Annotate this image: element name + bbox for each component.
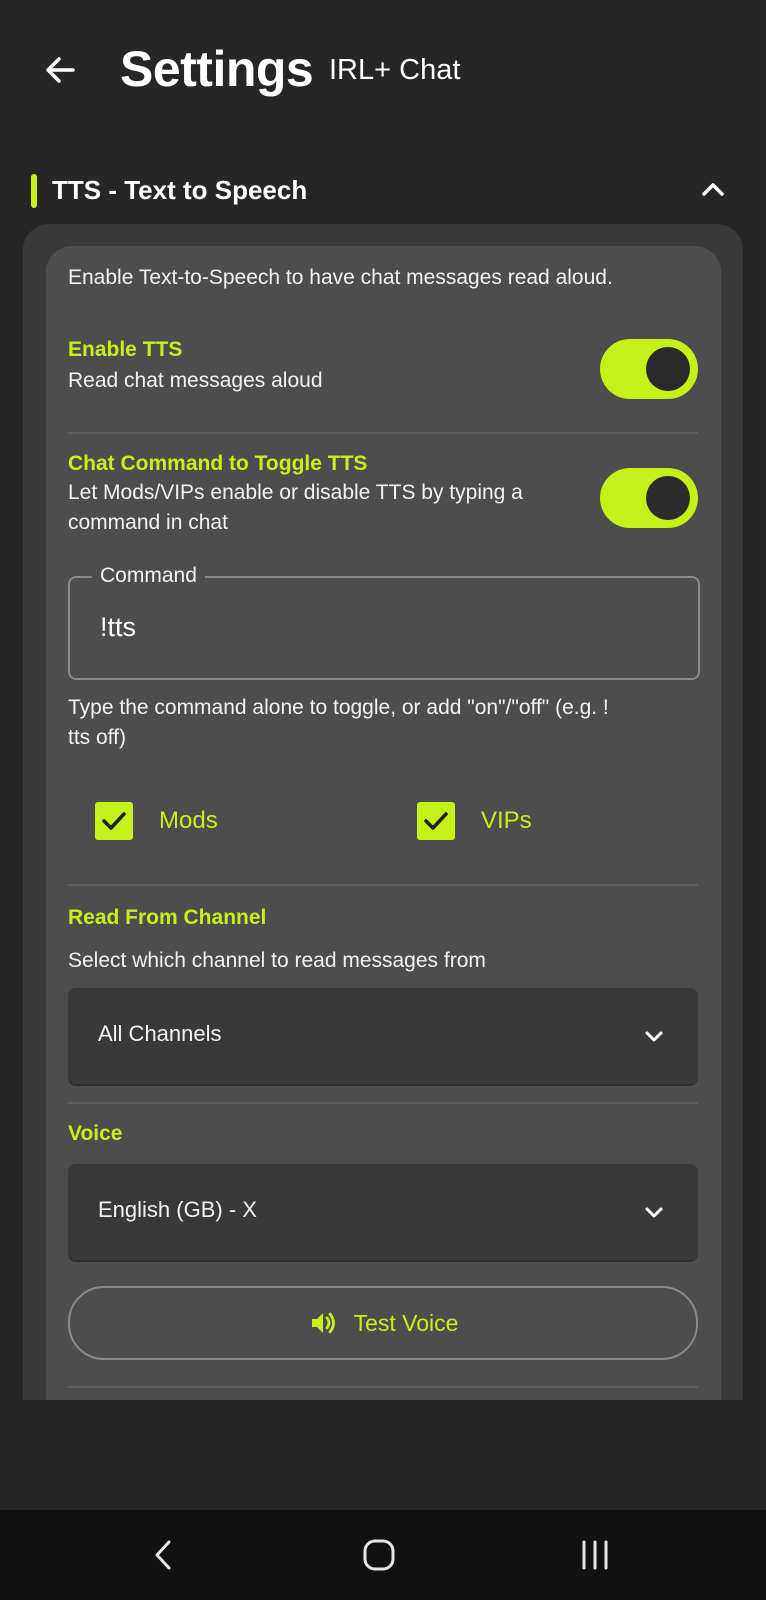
toggle-knob bbox=[646, 476, 690, 520]
settings-screen: Settings IRL+ Chat TTS - Text to Speech … bbox=[0, 0, 766, 1600]
read-from-channel-label: Read From Channel bbox=[68, 906, 267, 929]
test-voice-label: Test Voice bbox=[353, 1309, 459, 1336]
speaker-icon bbox=[311, 1312, 335, 1334]
section-accent-bar bbox=[31, 174, 37, 208]
mods-checkbox-label: Mods bbox=[159, 807, 218, 834]
tts-settings-card: Enable Text-to-Speech to have chat messa… bbox=[46, 246, 721, 1400]
divider bbox=[68, 1102, 698, 1104]
voice-select[interactable]: English (GB) - X bbox=[68, 1164, 698, 1262]
section-title: TTS - Text to Speech bbox=[52, 175, 308, 205]
nav-back-button[interactable] bbox=[134, 1528, 194, 1582]
voice-select-value: English (GB) - X bbox=[98, 1197, 257, 1222]
vips-checkbox[interactable]: VIPs bbox=[417, 802, 532, 840]
collapse-section-button[interactable] bbox=[695, 172, 731, 208]
nav-recents-icon bbox=[582, 1540, 608, 1570]
nav-home-button[interactable] bbox=[349, 1528, 409, 1582]
read-from-channel-description: Select which channel to read messages fr… bbox=[68, 949, 486, 972]
chevron-up-icon bbox=[702, 183, 724, 196]
chevron-down-icon bbox=[636, 1018, 672, 1054]
enable-tts-label: Enable TTS bbox=[68, 338, 183, 361]
vips-checkbox-label: VIPs bbox=[481, 807, 532, 834]
enable-tts-description: Read chat messages aloud bbox=[68, 369, 323, 392]
page-subtitle: IRL+ Chat bbox=[329, 54, 461, 86]
channel-select[interactable]: All Channels bbox=[68, 988, 698, 1086]
command-field[interactable]: Command !tts bbox=[68, 562, 700, 680]
command-help-line1: Type the command alone to toggle, or add… bbox=[68, 696, 609, 719]
channel-select-value: All Channels bbox=[98, 1021, 222, 1046]
voice-label: Voice bbox=[68, 1122, 123, 1145]
divider bbox=[68, 1386, 698, 1388]
tts-intro-text: Enable Text-to-Speech to have chat messa… bbox=[68, 266, 613, 289]
checkmark-icon bbox=[424, 812, 448, 830]
mods-checkbox[interactable]: Mods bbox=[95, 802, 218, 840]
enable-tts-toggle[interactable] bbox=[600, 339, 698, 399]
nav-home-icon bbox=[363, 1539, 395, 1571]
chat-command-toggle[interactable] bbox=[600, 468, 698, 528]
page-title: Settings bbox=[120, 41, 314, 97]
checkbox-mods-box[interactable] bbox=[95, 802, 133, 840]
test-voice-button[interactable]: Test Voice bbox=[68, 1286, 698, 1360]
chat-command-label: Chat Command to Toggle TTS bbox=[68, 452, 368, 475]
tts-section-header[interactable]: TTS - Text to Speech bbox=[0, 170, 766, 214]
nav-back-icon bbox=[155, 1540, 171, 1570]
back-button[interactable] bbox=[36, 46, 84, 94]
checkmark-icon bbox=[102, 812, 126, 830]
toggle-knob bbox=[646, 347, 690, 391]
command-field-label: Command bbox=[92, 562, 205, 590]
command-field-value[interactable]: !tts bbox=[100, 612, 136, 643]
divider bbox=[68, 432, 698, 434]
command-help-line2: tts off) bbox=[68, 726, 126, 749]
chat-command-description-line1: Let Mods/VIPs enable or disable TTS by t… bbox=[68, 481, 523, 504]
nav-recents-button[interactable] bbox=[565, 1528, 625, 1582]
chevron-down-icon bbox=[636, 1194, 672, 1230]
chat-command-description-line2: command in chat bbox=[68, 511, 228, 534]
app-header: Settings IRL+ Chat bbox=[0, 0, 766, 140]
system-navigation-bar bbox=[0, 1510, 766, 1600]
arrow-left-icon bbox=[46, 57, 75, 83]
checkbox-vips-box[interactable] bbox=[417, 802, 455, 840]
divider bbox=[68, 884, 698, 886]
